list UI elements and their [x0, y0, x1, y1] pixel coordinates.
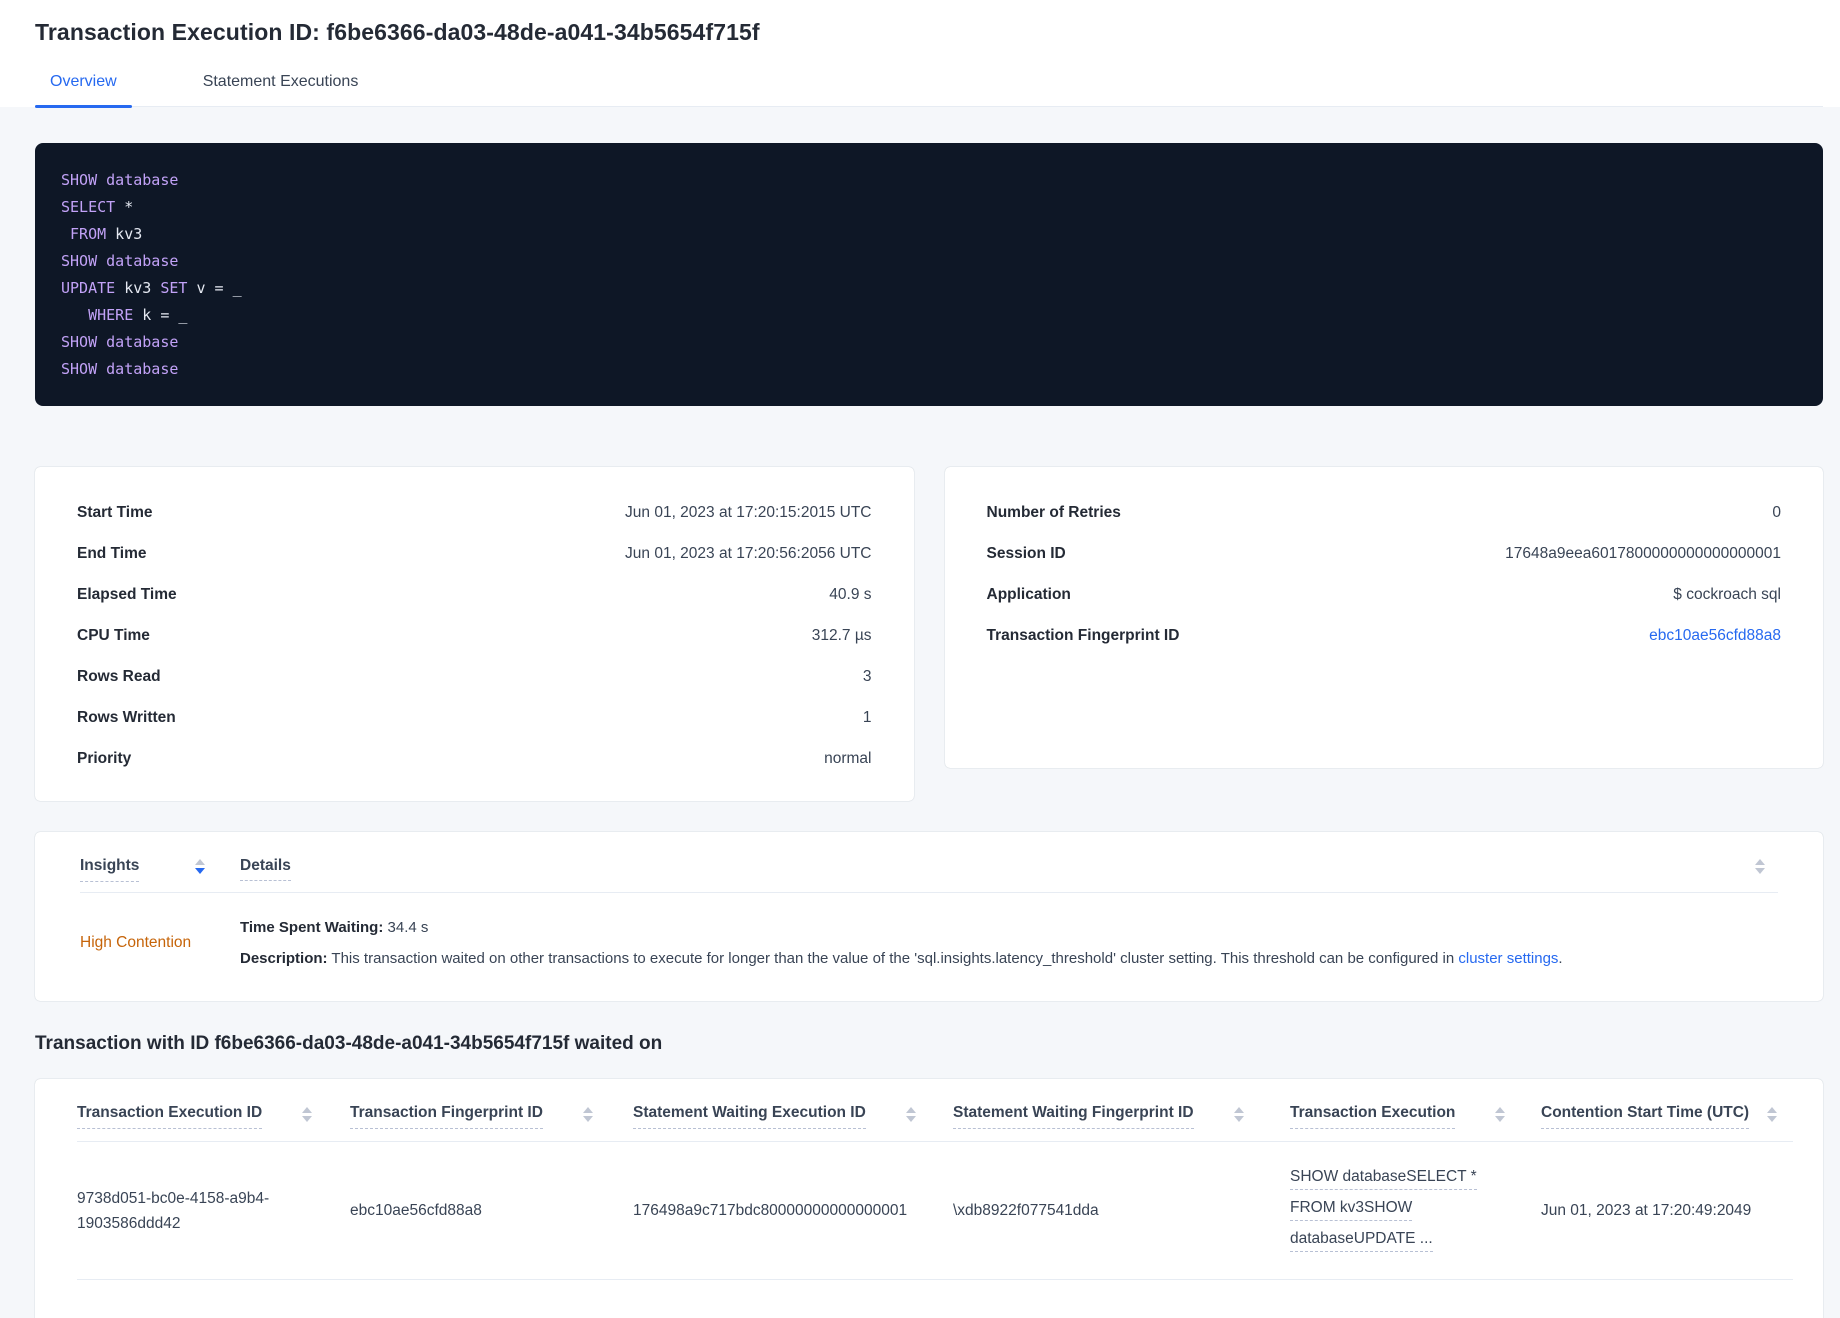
- cell-contention-start-time: Jun 01, 2023 at 17:20:49:2049: [1541, 1202, 1752, 1219]
- cluster-settings-link[interactable]: cluster settings: [1458, 950, 1558, 967]
- waited-on-table-card: Transaction Execution ID Transaction Fin…: [35, 1079, 1823, 1318]
- summary-row-session-id: Session ID 17648a9eea60178000000000000000…: [986, 544, 1782, 562]
- sort-arrows-icon[interactable]: [195, 859, 205, 874]
- col-header-insights[interactable]: Insights: [80, 857, 205, 882]
- sql-line: FROM kv3: [61, 225, 143, 243]
- insights-table-card: Insights Details High Contention Time Sp…: [35, 832, 1823, 1001]
- sql-line: SHOW database: [61, 171, 179, 189]
- insight-type-badge: High Contention: [80, 934, 192, 951]
- tab-statement-executions-label: Statement Executions: [202, 73, 359, 90]
- cell-transaction-execution: SHOW databaseSELECT * FROM kv3SHOW datab…: [1290, 1164, 1541, 1257]
- insight-row: High Contention Time Spent Waiting: 34.4…: [80, 893, 1778, 1001]
- cell-transaction-execution-id: 9738d051-bc0e-4158-a9b4-1903586ddd42: [77, 1189, 270, 1232]
- sql-line: SELECT *: [61, 198, 134, 216]
- waited-on-heading: Transaction with ID f6be6366-da03-48de-a…: [35, 1033, 663, 1054]
- col-header-contention-start-time[interactable]: Contention Start Time (UTC): [1541, 1104, 1793, 1141]
- cell-transaction-fingerprint-id: ebc10ae56cfd88a8: [350, 1202, 482, 1219]
- insight-description-line: Description: This transaction waited on …: [240, 950, 1563, 967]
- sort-arrows-icon[interactable]: [905, 1107, 916, 1122]
- summary-row-retries: Number of Retries 0: [986, 503, 1782, 521]
- session-summary-card: Number of Retries 0 Session ID 17648a9eea6…: [944, 467, 1823, 768]
- summary-row-rows-read: Rows Read 3: [77, 667, 872, 685]
- tab-bar: Overview Statement Executions: [35, 73, 1823, 108]
- page-header: Transaction Execution ID: f6be6366-da03-…: [0, 0, 1840, 108]
- col-header-statement-waiting-execution-id[interactable]: Statement Waiting Execution ID: [633, 1104, 953, 1141]
- tab-statement-executions[interactable]: Statement Executions: [188, 73, 374, 106]
- summary-row-rows-written: Rows Written 1: [77, 708, 872, 726]
- sql-statements-box: SHOW database SELECT * FROM kv3 SHOW dat…: [35, 143, 1823, 406]
- tab-overview[interactable]: Overview: [35, 73, 132, 108]
- sql-line: WHERE k = _: [61, 306, 188, 324]
- summary-cards-row: Start Time Jun 01, 2023 at 17:20:15:2015 …: [35, 467, 1823, 801]
- page-title: Transaction Execution ID: f6be6366-da03-…: [35, 19, 760, 45]
- summary-row-transaction-fingerprint: Transaction Fingerprint ID ebc10ae56cfd88…: [986, 626, 1782, 645]
- sort-arrows-icon[interactable]: [1233, 1107, 1244, 1122]
- col-header-details[interactable]: Details: [240, 857, 291, 881]
- summary-row-start-time: Start Time Jun 01, 2023 at 17:20:15:2015 …: [77, 503, 872, 521]
- col-header-transaction-fingerprint-id[interactable]: Transaction Fingerprint ID: [350, 1104, 633, 1141]
- summary-row-priority: Priority normal: [77, 749, 872, 767]
- summary-row-cpu-time: CPU Time 312.7 µs: [77, 626, 872, 644]
- sort-arrows-icon[interactable]: [302, 1107, 313, 1122]
- sort-arrows-icon[interactable]: [1495, 1107, 1506, 1122]
- summary-row-application: Application $ cockroach sql: [986, 585, 1782, 603]
- sql-line: UPDATE kv3 SET v = _: [61, 279, 242, 297]
- col-header-transaction-execution-id[interactable]: Transaction Execution ID: [77, 1104, 350, 1141]
- transaction-execution-preview-link[interactable]: SHOW databaseSELECT *: [1290, 1167, 1477, 1190]
- summary-row-end-time: End Time Jun 01, 2023 at 17:20:56:2056 UT…: [77, 544, 872, 562]
- insights-table-header: Insights Details: [80, 832, 1778, 893]
- cell-statement-waiting-execution-id: 176498a9c717bdc80000000000000001: [633, 1202, 908, 1219]
- transaction-execution-preview-link[interactable]: FROM kv3SHOW: [1290, 1198, 1413, 1221]
- sort-arrows-icon[interactable]: [1755, 859, 1765, 874]
- transaction-fingerprint-link[interactable]: ebc10ae56cfd88a8: [1649, 627, 1781, 645]
- insight-waiting-line: Time Spent Waiting: 34.4 s: [240, 919, 429, 936]
- cell-statement-waiting-fingerprint-id: \xdb8922f077541dda: [953, 1202, 1099, 1219]
- sql-line: SHOW database: [61, 360, 179, 378]
- sql-line: SHOW database: [61, 252, 179, 270]
- summary-row-elapsed-time: Elapsed Time 40.9 s: [77, 585, 872, 603]
- transaction-execution-preview-link[interactable]: databaseUPDATE ...: [1290, 1229, 1433, 1252]
- insight-details: Time Spent Waiting: 34.4 s Description: …: [240, 912, 1778, 974]
- col-header-statement-waiting-fingerprint-id[interactable]: Statement Waiting Fingerprint ID: [953, 1104, 1290, 1141]
- col-header-transaction-execution[interactable]: Transaction Execution: [1290, 1104, 1541, 1141]
- sort-arrows-icon[interactable]: [1767, 1107, 1778, 1122]
- sql-line: SHOW database: [61, 333, 179, 351]
- sort-arrows-icon[interactable]: [582, 1107, 593, 1122]
- execution-summary-card: Start Time Jun 01, 2023 at 17:20:15:2015 …: [35, 467, 914, 801]
- tab-overview-label: Overview: [50, 73, 117, 90]
- table-row: 9738d051-bc0e-4158-a9b4-1903586ddd42 ebc…: [77, 1142, 1793, 1280]
- waited-on-table-header: Transaction Execution ID Transaction Fin…: [77, 1079, 1793, 1142]
- main-content: SHOW database SELECT * FROM kv3 SHOW dat…: [0, 143, 1840, 1318]
